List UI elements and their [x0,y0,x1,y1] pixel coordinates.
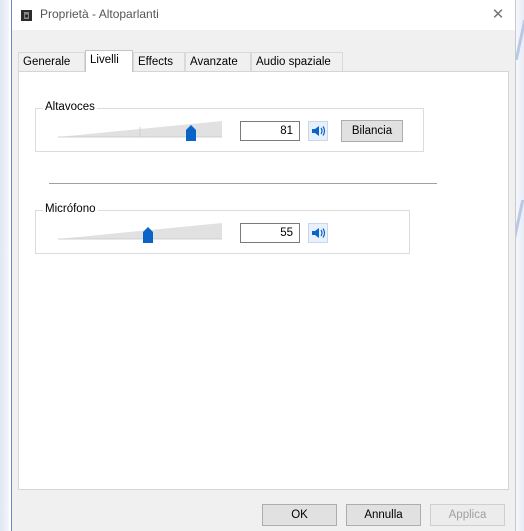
speakers-label: Altavoces [43,101,97,113]
balance-button[interactable]: Bilancia [341,120,403,142]
title-bar[interactable]: Proprietà - Altoparlanti ✕ [12,0,515,30]
properties-dialog: Proprietà - Altoparlanti ✕ Generale Live… [11,0,516,531]
microphone-label: Micrófono [43,203,98,215]
ok-button[interactable]: OK [262,504,337,526]
microphone-group: Micrófono 55 [35,203,410,254]
microphone-mute-icon[interactable] [308,223,328,243]
levels-panel: Altavoces 81 Bilancia Micrófono 55 [18,71,509,490]
close-button[interactable]: ✕ [481,0,515,30]
separator-line [49,183,437,184]
tab-audio-spaziale[interactable]: Audio spaziale [251,52,343,71]
tab-effects[interactable]: Effects [133,52,185,71]
apply-button[interactable]: Applica [430,504,505,526]
cancel-button[interactable]: Annulla [346,504,421,526]
speaker-device-icon [21,10,32,21]
speakers-mute-icon[interactable] [308,121,328,141]
microphone-slider-track [58,223,222,240]
window-title: Proprietà - Altoparlanti [40,7,159,21]
speakers-group: Altavoces 81 Bilancia [35,101,424,152]
speakers-slider-track [58,121,222,138]
speakers-volume-slider[interactable] [58,119,222,141]
speakers-slider-thumb[interactable] [186,125,196,141]
tab-generale[interactable]: Generale [18,52,85,71]
microphone-slider-thumb[interactable] [143,227,153,243]
tab-livelli[interactable]: Livelli [85,50,133,72]
microphone-volume-slider[interactable] [58,221,222,243]
microphone-level-input[interactable]: 55 [240,223,300,243]
desktop-edge-left [0,0,9,531]
speakers-level-input[interactable]: 81 [240,121,300,141]
desktop-edge-right [512,0,524,531]
tab-avanzate[interactable]: Avanzate [185,52,251,71]
